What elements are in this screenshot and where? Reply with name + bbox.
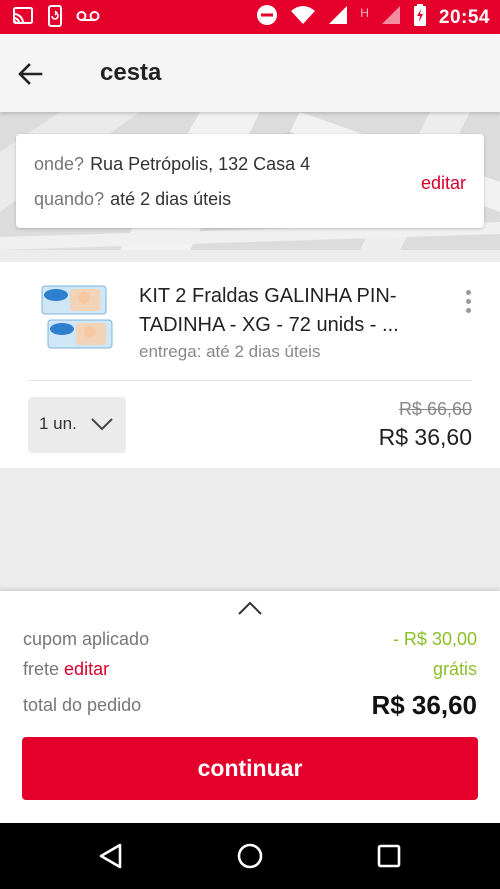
total-label: total do pedido [23, 695, 142, 715]
coupon-row: cupom aplicado - R$ 30,00 [23, 629, 477, 650]
delivery-info-card: onde? Rua Petrópolis, 132 Casa 4 quando? a… [16, 134, 484, 228]
cast-icon [12, 6, 34, 31]
product-delivery-estimate: entrega: até 2 dias úteis [139, 342, 321, 361]
product-name[interactable]: KIT 2 Fraldas GALINHA PIN-TADINHA - XG -… [139, 282, 439, 340]
nav-back-icon[interactable] [96, 841, 126, 871]
do-not-disturb-icon [256, 4, 278, 31]
battery-charging-icon [413, 4, 427, 31]
network-type-label: H [360, 5, 369, 20]
app-bar: cesta [0, 34, 500, 112]
nav-recents-icon[interactable] [374, 841, 404, 871]
signal-icon-secondary [381, 5, 401, 30]
clock: 20:54 [438, 6, 490, 28]
signal-icon [328, 5, 348, 30]
when-value: até 2 dias úteis [110, 189, 232, 209]
back-button[interactable] [16, 59, 46, 89]
continue-button[interactable]: continuar [22, 737, 478, 800]
more-options-icon[interactable] [461, 290, 475, 316]
delivery-time-row: quando? até 2 dias úteis [34, 189, 231, 210]
total-value: R$ 36,60 [371, 690, 477, 720]
chevron-down-icon [91, 418, 113, 431]
product-image[interactable] [40, 282, 114, 356]
freight-value: grátis [432, 659, 477, 679]
when-label: quando? [34, 189, 105, 209]
coupon-label: cupom aplicado [23, 629, 150, 649]
quantity-value: 1 un. [39, 414, 77, 433]
original-price: R$ 66,60 [398, 399, 472, 419]
page-title: cesta [100, 59, 162, 86]
address-value: Rua Petrópolis, 132 Casa 4 [90, 154, 311, 174]
address-label: onde? [34, 154, 85, 174]
status-bar: H 20:54 [0, 0, 500, 34]
device-sync-icon [46, 5, 64, 32]
voicemail-icon [76, 9, 100, 28]
edit-freight-link[interactable]: editar [64, 659, 109, 679]
coupon-discount-value: - R$ 30,00 [392, 629, 477, 649]
wifi-icon [290, 5, 316, 30]
arrow-left-icon [18, 63, 43, 85]
order-summary: cupom aplicado - R$ 30,00 frete editar g… [0, 591, 500, 823]
system-nav-bar [0, 823, 500, 889]
chevron-up-icon[interactable] [237, 599, 263, 617]
edit-delivery-link[interactable]: editar [421, 173, 466, 194]
nav-home-icon[interactable] [235, 841, 265, 871]
cart-item: KIT 2 Fraldas GALINHA PIN-TADINHA - XG -… [0, 262, 500, 468]
freight-row: frete editar grátis [23, 659, 477, 680]
quantity-select[interactable]: 1 un. [28, 397, 126, 453]
total-row: total do pedido R$ 36,60 [23, 690, 477, 720]
current-price: R$ 36,60 [378, 424, 472, 450]
divider [28, 380, 472, 381]
delivery-address-row: onde? Rua Petrópolis, 132 Casa 4 [34, 154, 310, 175]
freight-label: frete [23, 659, 60, 679]
